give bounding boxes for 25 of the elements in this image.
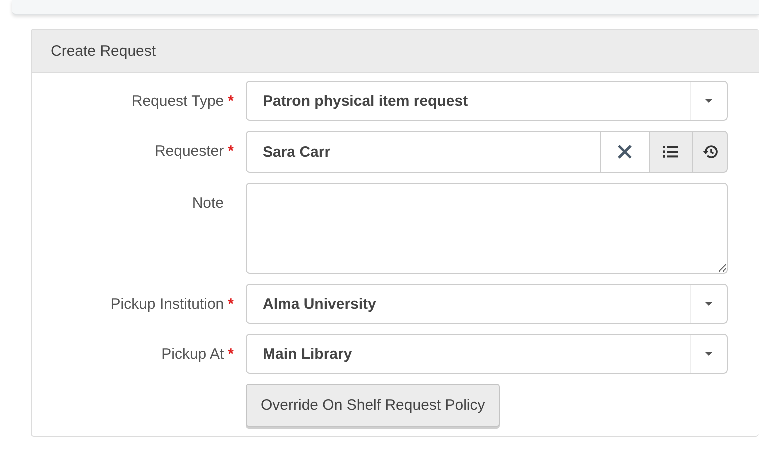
caret-icon: [705, 352, 713, 356]
select-field[interactable]: Main Library: [246, 334, 728, 374]
close-icon: [617, 144, 634, 160]
required-mark: *: [228, 92, 234, 110]
field-label: Request Type: [132, 92, 224, 110]
select-field[interactable]: Alma University: [246, 284, 728, 324]
required-mark: *: [228, 296, 234, 312]
required-mark: *: [228, 346, 234, 362]
history-button[interactable]: [693, 131, 728, 173]
field-label: Pickup At: [162, 346, 224, 362]
caret-icon: [705, 98, 713, 104]
select-field[interactable]: Patron physical item request: [246, 81, 728, 121]
panel-title: Create Request: [32, 30, 759, 73]
field-label: Pickup Institution: [110, 296, 224, 312]
field-label: Note: [192, 195, 224, 212]
clear-button[interactable]: [601, 131, 650, 173]
list-icon: [663, 146, 680, 158]
override-button[interactable]: Override On Shelf Request Policy: [246, 384, 500, 427]
list-button[interactable]: [650, 131, 694, 173]
requester-field[interactable]: Sara Carr: [246, 131, 602, 173]
note-field[interactable]: [246, 183, 728, 274]
required-mark: *: [228, 142, 234, 160]
field-label: Requester: [154, 142, 224, 160]
caret-icon: [705, 302, 713, 306]
history-icon: [702, 145, 718, 159]
